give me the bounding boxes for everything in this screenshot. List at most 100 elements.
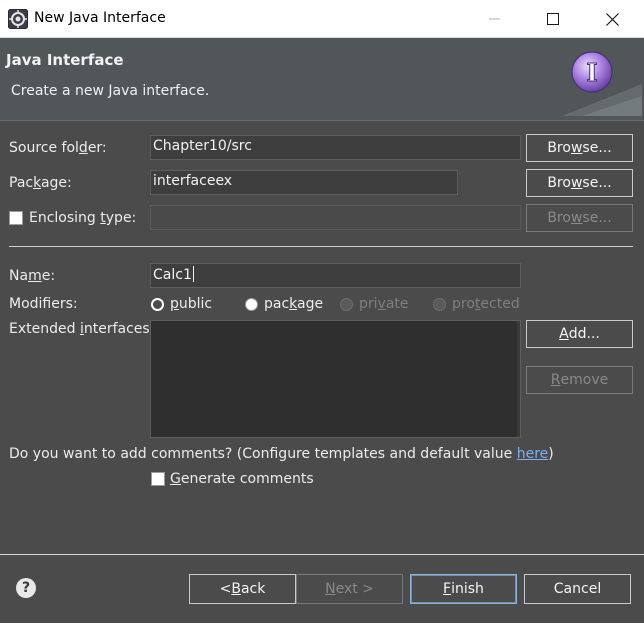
mnemonic: p bbox=[170, 296, 179, 312]
extended-interfaces-label: Extended interfaces: bbox=[9, 321, 154, 337]
footer-separator bbox=[0, 554, 644, 555]
configure-templates-link[interactable]: here bbox=[517, 446, 549, 462]
help-icon[interactable]: ? bbox=[16, 578, 36, 598]
label-text: ype: bbox=[105, 210, 137, 226]
mnemonic: R bbox=[550, 372, 561, 388]
modifier-private-label: private bbox=[359, 296, 409, 312]
modifier-private-radio bbox=[340, 298, 353, 311]
minimize-button[interactable] bbox=[472, 0, 518, 38]
name-label: Name: bbox=[9, 268, 55, 284]
name-value: Calc1 bbox=[153, 267, 192, 283]
label-text: Source fol bbox=[9, 140, 79, 156]
button-text: dd... bbox=[568, 326, 600, 342]
label-text: nterfaces: bbox=[83, 321, 155, 337]
button-text: se... bbox=[582, 175, 612, 191]
separator bbox=[9, 246, 633, 247]
button-text: ext > bbox=[335, 581, 374, 597]
button-text: ack bbox=[240, 581, 266, 597]
list-scrollbar[interactable] bbox=[517, 321, 520, 437]
interface-letter: I bbox=[586, 58, 597, 87]
question-text: Do you want to add comments? (Configure … bbox=[9, 446, 517, 462]
generate-comments-label[interactable]: Generate comments bbox=[170, 471, 314, 487]
modifier-package-label[interactable]: package bbox=[264, 296, 323, 312]
label-text: pro bbox=[452, 296, 475, 312]
window-title: New Java Interface bbox=[34, 10, 166, 26]
label-text: pac bbox=[264, 296, 290, 312]
mnemonic: k bbox=[289, 296, 298, 312]
interface-wizard-icon: I bbox=[562, 51, 642, 116]
mnemonic: N bbox=[325, 581, 336, 597]
maximize-icon bbox=[547, 13, 559, 25]
label-text: pri bbox=[359, 296, 378, 312]
modifier-public-label[interactable]: public bbox=[170, 296, 212, 312]
enclosing-type-field bbox=[150, 205, 521, 230]
comments-question: Do you want to add comments? (Configure … bbox=[9, 446, 554, 462]
eclipse-app-icon bbox=[8, 9, 28, 29]
mnemonic: v bbox=[377, 296, 386, 312]
label-text: er: bbox=[87, 140, 107, 156]
back-button[interactable]: < Back bbox=[189, 574, 296, 604]
modifier-protected-radio bbox=[433, 298, 446, 311]
mnemonic: A bbox=[559, 326, 569, 342]
label-text: age: bbox=[40, 175, 72, 191]
button-text: Bro bbox=[547, 140, 571, 156]
label-text: Extended bbox=[9, 321, 80, 337]
name-field[interactable]: Calc1 bbox=[150, 263, 521, 288]
button-text: Bro bbox=[547, 175, 571, 191]
button-text: Bro bbox=[547, 210, 571, 226]
mnemonic: B bbox=[231, 581, 241, 597]
question-text: ) bbox=[548, 446, 554, 462]
maximize-button[interactable] bbox=[530, 0, 576, 38]
mnemonic: m bbox=[28, 268, 42, 284]
label-text: e: bbox=[41, 268, 56, 284]
mnemonic: F bbox=[443, 581, 452, 597]
label-text: ublic bbox=[178, 296, 213, 312]
next-button: Next > bbox=[296, 574, 403, 604]
mnemonic: w bbox=[570, 210, 583, 226]
package-field[interactable]: interfaceex bbox=[150, 170, 458, 195]
minimize-icon bbox=[489, 18, 500, 20]
mnemonic: G bbox=[170, 471, 181, 487]
package-browse-button[interactable]: Bro w se... bbox=[526, 169, 633, 197]
source-folder-field[interactable]: Chapter10/src bbox=[150, 135, 521, 160]
close-button[interactable] bbox=[589, 0, 635, 38]
modifiers-label: Modifiers: bbox=[9, 296, 78, 312]
text-cursor bbox=[192, 266, 194, 282]
modifier-package-radio[interactable] bbox=[245, 298, 258, 311]
mnemonic: w bbox=[570, 140, 583, 156]
mnemonic: k bbox=[33, 175, 41, 191]
enclosing-type-label: Enclosing type: bbox=[29, 210, 136, 226]
generate-comments-checkbox[interactable] bbox=[151, 472, 165, 486]
label-text: ate bbox=[385, 296, 409, 312]
source-folder-label: Source folder: bbox=[9, 140, 107, 156]
remove-interface-button: Remove bbox=[526, 366, 633, 394]
cancel-button[interactable]: Cancel bbox=[524, 574, 631, 604]
label-text: Pac bbox=[9, 175, 34, 191]
label-text: age bbox=[297, 296, 324, 312]
add-interface-button[interactable]: Add... bbox=[526, 320, 633, 348]
extended-interfaces-list[interactable] bbox=[150, 320, 521, 438]
modifier-public-radio[interactable] bbox=[151, 298, 164, 311]
mnemonic: w bbox=[570, 175, 583, 191]
package-label: Package: bbox=[9, 175, 72, 191]
label-text: Na bbox=[9, 268, 29, 284]
mnemonic: d bbox=[78, 140, 88, 156]
label-text: Enclosing bbox=[29, 210, 101, 226]
button-text: < bbox=[219, 581, 232, 597]
label-text: ected bbox=[480, 296, 520, 312]
button-text: se... bbox=[582, 210, 612, 226]
wizard-title: Java Interface bbox=[6, 51, 124, 69]
title-bar: New Java Interface bbox=[0, 0, 644, 38]
button-text: inish bbox=[451, 581, 484, 597]
button-text: se... bbox=[582, 140, 612, 156]
enclosing-type-checkbox[interactable] bbox=[9, 211, 23, 225]
finish-button[interactable]: Finish bbox=[410, 574, 517, 604]
close-icon bbox=[605, 12, 619, 26]
wizard-header: Java Interface Create a new Java interfa… bbox=[0, 38, 644, 121]
enclosing-type-browse-button: Bro w se... bbox=[526, 204, 633, 232]
label-text: enerate comments bbox=[180, 471, 314, 487]
modifier-protected-label: protected bbox=[452, 296, 520, 312]
source-folder-browse-button[interactable]: Bro w se... bbox=[526, 134, 633, 162]
wizard-description: Create a new Java interface. bbox=[11, 83, 210, 99]
button-text: emove bbox=[560, 372, 609, 388]
